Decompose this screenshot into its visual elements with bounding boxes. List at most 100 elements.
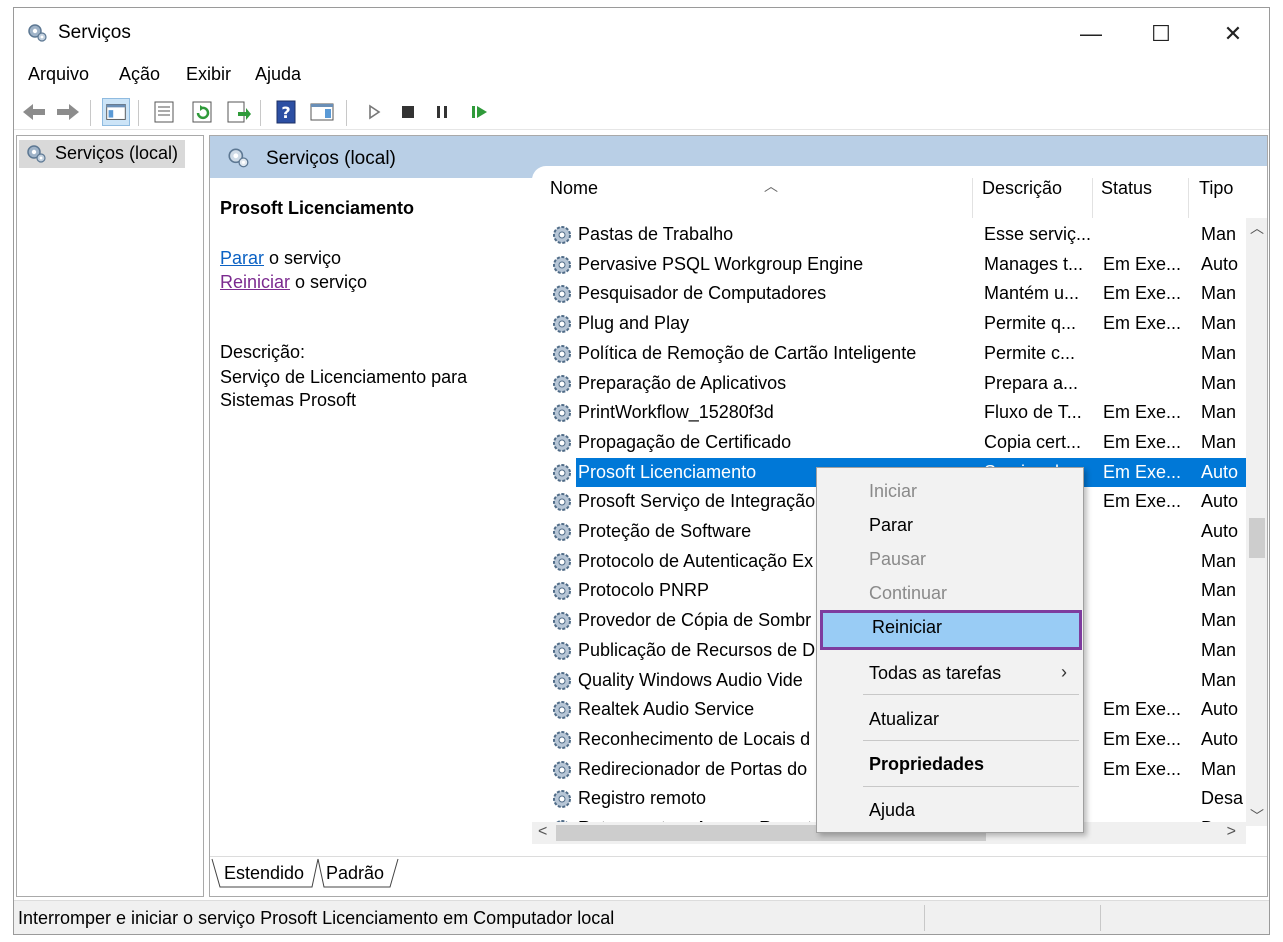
stop-service-link[interactable]: Parar — [220, 248, 264, 268]
selected-service-title: Prosoft Licenciamento — [220, 198, 415, 218]
ctx-pausar[interactable]: Pausar — [817, 542, 1083, 576]
service-name: Reconhecimento de Locais d — [578, 728, 811, 749]
service-status: Em Exe... — [1103, 253, 1182, 274]
restart-service-icon[interactable] — [466, 98, 494, 126]
services-gear-icon — [27, 145, 46, 163]
scroll-down-icon[interactable]: ﹀ — [1250, 806, 1264, 826]
menu-exibir[interactable]: Exibir — [186, 64, 231, 85]
service-startup-type: Auto — [1201, 491, 1239, 512]
column-divider[interactable] — [1092, 178, 1093, 218]
ctx-parar[interactable]: Parar — [817, 508, 1083, 542]
menu-acao[interactable]: Ação — [119, 64, 160, 85]
extended-description-panel: Prosoft Licenciamento Parar o serviço Re… — [210, 178, 532, 858]
ctx-reiniciar[interactable]: Reiniciar — [820, 610, 1082, 650]
menu-ajuda[interactable]: Ajuda — [255, 64, 301, 85]
help-icon[interactable]: ? — [272, 98, 300, 126]
export-list-icon[interactable] — [224, 98, 252, 126]
table-row[interactable]: Política de Remoção de Cartão Inteligent… — [532, 339, 1246, 368]
status-divider — [1100, 905, 1101, 931]
toolbar-separator — [138, 100, 139, 126]
service-name: Provedor de Cópia de Sombr — [578, 610, 812, 631]
service-description: Copia cert... — [984, 431, 1082, 452]
tree-item-services-local[interactable]: Serviços (local) — [19, 140, 185, 168]
table-row[interactable]: Pastas de Trabalho Esse serviç... Man — [532, 220, 1246, 249]
console-tree-icon[interactable] — [102, 98, 130, 126]
ctx-todas-as-tarefas-label: Todas as tarefas — [869, 663, 1002, 683]
service-name: Redirecionador de Portas do — [578, 758, 808, 779]
description-label: Descrição: — [220, 342, 306, 362]
pause-service-icon[interactable] — [428, 98, 456, 126]
service-name: Pastas de Trabalho — [578, 224, 734, 244]
toolbar-separator — [346, 100, 347, 126]
service-startup-type: Man — [1201, 283, 1237, 304]
table-row[interactable]: PrintWorkflow_15280f3d Fluxo de T... Em Ex… — [532, 398, 1246, 427]
pane-body: Prosoft Licenciamento Parar o serviço Re… — [210, 166, 1267, 858]
close-button[interactable]: ✕ — [1204, 14, 1262, 54]
table-row[interactable]: Propagação de Certificado Copia cert... Em… — [532, 428, 1246, 457]
tab-padrao[interactable]: Padrão — [326, 863, 384, 884]
ctx-continuar[interactable]: Continuar — [817, 576, 1083, 610]
show-hide-action-pane-icon[interactable] — [308, 98, 336, 126]
service-startup-type: Man — [1201, 639, 1237, 660]
scroll-up-icon[interactable]: ︿ — [1250, 218, 1264, 238]
service-startup-type: Man — [1201, 313, 1237, 334]
maximize-button[interactable]: ☐ — [1132, 14, 1190, 54]
tab-estendido[interactable]: Estendido — [224, 863, 304, 884]
service-status: Em Exe... — [1103, 431, 1182, 452]
table-row[interactable]: Plug and Play Permite q... Em Exe... Man — [532, 309, 1246, 338]
scroll-right-icon[interactable]: > — [1227, 823, 1236, 841]
service-name: Preparação de Aplicativos — [578, 372, 787, 393]
service-gear-icon — [553, 315, 571, 334]
back-arrow-icon[interactable] — [20, 98, 48, 126]
column-header-type[interactable]: Tipo — [1199, 178, 1233, 218]
service-status: Em Exe... — [1103, 402, 1182, 423]
ctx-continuar-label: Continuar — [869, 583, 948, 603]
menu-arquivo[interactable]: Arquivo — [28, 64, 89, 85]
table-row[interactable]: Pesquisador de Computadores Mantém u... Em… — [532, 279, 1246, 308]
ctx-iniciar[interactable]: Iniciar — [817, 474, 1083, 508]
status-bar: Interromper e iniciar o serviço Prosoft … — [14, 900, 1269, 934]
service-name: Política de Remoção de Cartão Inteligent… — [578, 342, 917, 363]
service-gear-icon — [553, 404, 571, 423]
minimize-button[interactable]: — — [1062, 14, 1120, 54]
service-gear-icon — [553, 523, 571, 541]
service-gear-icon — [553, 463, 571, 482]
stop-service-icon[interactable] — [394, 98, 422, 126]
column-divider[interactable] — [972, 178, 973, 218]
restart-service-link[interactable]: Reiniciar — [220, 272, 290, 292]
ctx-separator — [863, 694, 1079, 695]
ctx-separator — [863, 786, 1079, 787]
ctx-ajuda[interactable]: Ajuda — [817, 793, 1083, 827]
column-divider[interactable] — [1188, 178, 1189, 218]
service-startup-type: Auto — [1201, 461, 1239, 482]
console-tree-pane: Serviços (local) — [16, 135, 204, 897]
table-row[interactable]: Pervasive PSQL Workgroup Engine Manages t… — [532, 250, 1246, 279]
ctx-atualizar[interactable]: Atualizar — [817, 702, 1083, 736]
scroll-left-icon[interactable]: < — [538, 823, 547, 841]
status-divider — [924, 905, 925, 931]
service-gear-icon — [553, 641, 571, 660]
vertical-scrollbar[interactable]: ︿ ﹀ — [1246, 218, 1267, 826]
menu-bar: Arquivo Ação Exibir Ajuda — [14, 62, 1269, 90]
service-gear-icon — [553, 255, 571, 274]
properties-sheet-icon[interactable] — [150, 98, 178, 126]
forward-arrow-icon[interactable] — [54, 98, 82, 126]
ctx-propriedades-label: Propriedades — [869, 754, 985, 774]
service-name: Proteção de Software — [578, 521, 752, 541]
service-description: Permite q... — [984, 313, 1077, 334]
service-startup-type: Auto — [1201, 728, 1239, 749]
column-status-label: Status — [1101, 178, 1153, 198]
column-header-name[interactable]: Nome — [550, 178, 598, 218]
column-header-status[interactable]: Status — [1101, 178, 1152, 218]
vertical-scroll-thumb[interactable] — [1249, 518, 1265, 558]
service-gear-icon — [553, 374, 571, 393]
table-row[interactable]: Preparação de Aplicativos Prepara a... Man — [532, 369, 1246, 398]
ctx-propriedades[interactable]: Propriedades — [817, 747, 1083, 781]
refresh-icon[interactable] — [188, 98, 216, 126]
start-service-icon[interactable] — [360, 98, 388, 126]
status-text: Interromper e iniciar o serviço Prosoft … — [18, 908, 615, 928]
submenu-chevron-icon: › — [1061, 662, 1067, 682]
ctx-todas-as-tarefas[interactable]: Todas as tarefas › — [817, 656, 1083, 690]
column-header-description[interactable]: Descrição — [982, 178, 1062, 218]
ctx-iniciar-label: Iniciar — [869, 481, 918, 501]
